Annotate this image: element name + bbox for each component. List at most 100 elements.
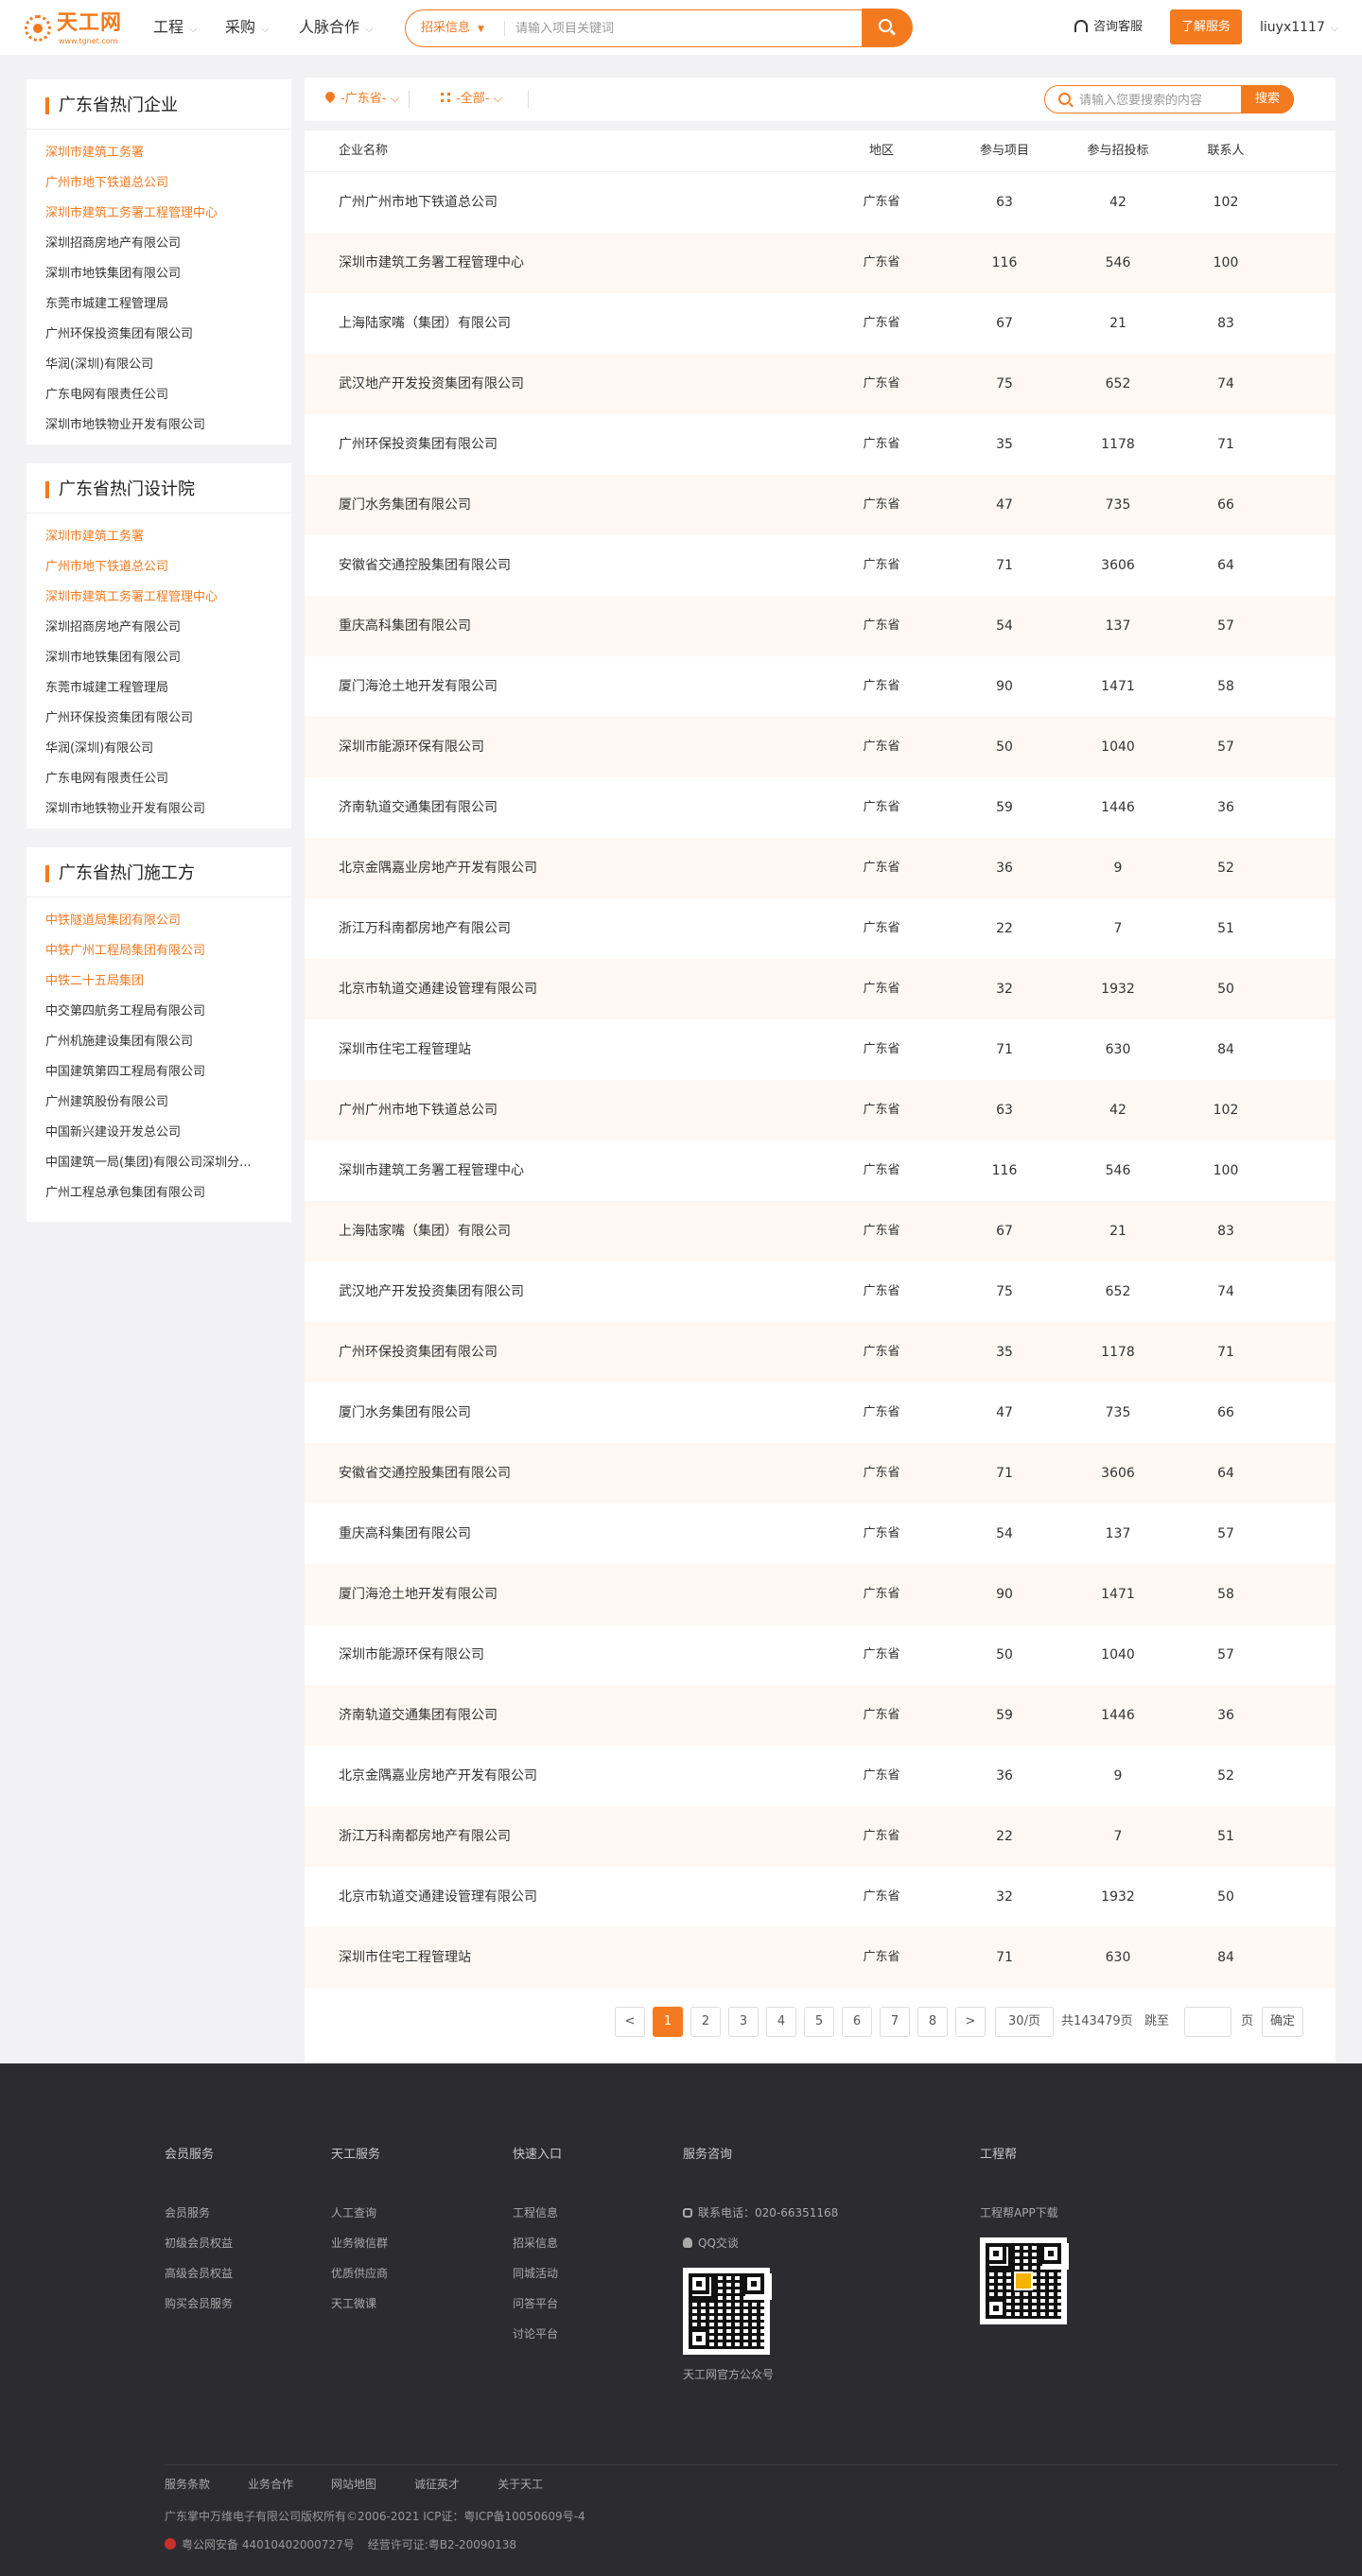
nav-engineering[interactable]: 工程 ⌵	[153, 16, 197, 41]
table-row[interactable]: 浙江万科南都房地产有限公司 广东省 22 7 51	[305, 898, 1336, 959]
filter-search-button[interactable]: 搜索	[1241, 85, 1294, 113]
cell-name[interactable]: 深圳市建筑工务署工程管理中心	[339, 1161, 793, 1180]
list-item[interactable]: 深圳市建筑工务署	[45, 138, 291, 168]
list-item[interactable]: 东莞市城建工程管理局	[45, 289, 291, 320]
list-item[interactable]: 中国建筑一局(集团)有限公司深圳分...	[45, 1148, 291, 1178]
cell-name[interactable]: 深圳市能源环保有限公司	[339, 738, 793, 757]
cell-name[interactable]: 济南轨道交通集团有限公司	[339, 798, 793, 817]
list-item[interactable]: 中铁二十五局集团	[45, 966, 291, 997]
cell-name[interactable]: 北京市轨道交通建设管理有限公司	[339, 1888, 793, 1906]
user-menu[interactable]: liuyx1117 ⌵	[1260, 17, 1338, 39]
footer-link[interactable]: 优质供应商	[331, 2258, 388, 2289]
cell-name[interactable]: 浙江万科南都房地产有限公司	[339, 919, 793, 938]
table-row[interactable]: 北京市轨道交通建设管理有限公司 广东省 32 1932 50	[305, 1867, 1336, 1927]
list-item[interactable]: 中国新兴建设开发总公司	[45, 1118, 291, 1148]
footer-bottom-link[interactable]: 网站地图	[331, 2476, 376, 2493]
cell-name[interactable]: 深圳市住宅工程管理站	[339, 1040, 793, 1059]
list-item[interactable]: 广州市地下铁道总公司	[45, 552, 291, 583]
list-item[interactable]: 深圳招商房地产有限公司	[45, 613, 291, 643]
list-item[interactable]: 广州机施建设集团有限公司	[45, 1027, 291, 1057]
table-row[interactable]: 重庆高科集团有限公司 广东省 54 137 57	[305, 1504, 1336, 1564]
cell-name[interactable]: 广州环保投资集团有限公司	[339, 1343, 793, 1362]
footer-app-download[interactable]: 工程帮APP下载	[980, 2204, 1058, 2221]
table-row[interactable]: 广州环保投资集团有限公司 广东省 35 1178 71	[305, 414, 1336, 475]
list-item[interactable]: 中铁隧道局集团有限公司	[45, 906, 291, 936]
list-item[interactable]: 深圳市地铁集团有限公司	[45, 643, 291, 673]
search-button[interactable]	[862, 9, 913, 46]
cell-name[interactable]: 北京市轨道交通建设管理有限公司	[339, 980, 793, 999]
cell-name[interactable]: 浙江万科南都房地产有限公司	[339, 1827, 793, 1846]
list-item[interactable]: 华润(深圳)有限公司	[45, 350, 291, 380]
table-row[interactable]: 深圳市能源环保有限公司 广东省 50 1040 57	[305, 717, 1336, 777]
table-row[interactable]: 济南轨道交通集团有限公司 广东省 59 1446 36	[305, 1685, 1336, 1746]
table-row[interactable]: 武汉地产开发投资集团有限公司 广东省 75 652 74	[305, 354, 1336, 414]
list-item[interactable]: 广州环保投资集团有限公司	[45, 704, 291, 734]
table-row[interactable]: 上海陆家嘴（集团）有限公司 广东省 67 21 83	[305, 1201, 1336, 1262]
cell-name[interactable]: 广州环保投资集团有限公司	[339, 435, 793, 454]
list-item[interactable]: 中铁广州工程局集团有限公司	[45, 936, 291, 966]
cell-name[interactable]: 上海陆家嘴（集团）有限公司	[339, 314, 793, 333]
cell-name[interactable]: 武汉地产开发投资集团有限公司	[339, 1282, 793, 1301]
table-row[interactable]: 厦门水务集团有限公司 广东省 47 735 66	[305, 1383, 1336, 1443]
cell-name[interactable]: 济南轨道交通集团有限公司	[339, 1706, 793, 1725]
page-number-button[interactable]: 4	[766, 2007, 796, 2037]
cell-name[interactable]: 厦门水务集团有限公司	[339, 496, 793, 514]
cell-name[interactable]: 北京金隅嘉业房地产开发有限公司	[339, 859, 793, 878]
table-row[interactable]: 安徽省交通控股集团有限公司 广东省 71 3606 64	[305, 535, 1336, 596]
page-number-button[interactable]: 7	[880, 2007, 910, 2037]
table-row[interactable]: 浙江万科南都房地产有限公司 广东省 22 7 51	[305, 1806, 1336, 1867]
next-page-button[interactable]: >	[955, 2007, 986, 2037]
footer-link[interactable]: 人工查询	[331, 2198, 388, 2228]
list-item[interactable]: 深圳市建筑工务署	[45, 522, 291, 552]
nav-procurement[interactable]: 采购 ⌵	[225, 16, 269, 41]
table-row[interactable]: 北京金隅嘉业房地产开发有限公司 广东省 36 9 52	[305, 1746, 1336, 1806]
cell-name[interactable]: 北京金隅嘉业房地产开发有限公司	[339, 1767, 793, 1785]
list-item[interactable]: 广东电网有限责任公司	[45, 380, 291, 410]
cell-name[interactable]: 重庆高科集团有限公司	[339, 617, 793, 635]
cell-name[interactable]: 武汉地产开发投资集团有限公司	[339, 374, 793, 393]
search-input[interactable]	[515, 18, 790, 39]
cell-name[interactable]: 安徽省交通控股集团有限公司	[339, 1464, 793, 1483]
page-number-button[interactable]: 8	[917, 2007, 948, 2037]
list-item[interactable]: 广州建筑股份有限公司	[45, 1088, 291, 1118]
list-item[interactable]: 中交第四航务工程局有限公司	[45, 997, 291, 1027]
footer-link[interactable]: 高级会员权益	[165, 2258, 233, 2289]
goto-confirm-button[interactable]: 确定	[1262, 2007, 1303, 2037]
category-filter[interactable]: -全部- ⌵	[441, 90, 502, 109]
footer-link[interactable]: 天工微课	[331, 2289, 388, 2319]
cell-name[interactable]: 重庆高科集团有限公司	[339, 1524, 793, 1543]
table-row[interactable]: 北京市轨道交通建设管理有限公司 广东省 32 1932 50	[305, 959, 1336, 1019]
list-item[interactable]: 广东电网有限责任公司	[45, 764, 291, 794]
cell-name[interactable]: 广州广州市地下铁道总公司	[339, 193, 793, 212]
list-item[interactable]: 广州环保投资集团有限公司	[45, 320, 291, 350]
table-row[interactable]: 深圳市建筑工务署工程管理中心 广东省 116 546 100	[305, 1140, 1336, 1201]
cell-name[interactable]: 安徽省交通控股集团有限公司	[339, 556, 793, 575]
site-logo[interactable]: 天工网 www.tgnet.com	[25, 11, 138, 45]
learn-service-button[interactable]: 了解服务	[1170, 9, 1242, 44]
cell-name[interactable]: 深圳市建筑工务署工程管理中心	[339, 253, 793, 272]
per-page-select[interactable]: 30/页	[995, 2007, 1054, 2037]
footer-link[interactable]: 问答平台	[513, 2289, 558, 2319]
table-row[interactable]: 深圳市建筑工务署工程管理中心 广东省 116 546 100	[305, 233, 1336, 293]
search-category-select[interactable]: 招采信息 ▼	[421, 19, 484, 39]
table-row[interactable]: 广州环保投资集团有限公司 广东省 35 1178 71	[305, 1322, 1336, 1383]
table-row[interactable]: 北京金隅嘉业房地产开发有限公司 广东省 36 9 52	[305, 838, 1336, 898]
goto-page-input[interactable]	[1184, 2007, 1231, 2037]
page-number-button[interactable]: 3	[728, 2007, 759, 2037]
footer-bottom-link[interactable]: 服务条款	[165, 2476, 210, 2493]
page-number-button[interactable]: 2	[690, 2007, 721, 2037]
page-number-button[interactable]: 1	[653, 2007, 683, 2037]
list-item[interactable]: 深圳市建筑工务署工程管理中心	[45, 199, 291, 229]
list-item[interactable]: 深圳招商房地产有限公司	[45, 229, 291, 259]
footer-link[interactable]: 购买会员服务	[165, 2289, 233, 2319]
list-item[interactable]: 东莞市城建工程管理局	[45, 673, 291, 704]
table-row[interactable]: 武汉地产开发投资集团有限公司 广东省 75 652 74	[305, 1262, 1336, 1322]
footer-link[interactable]: 初级会员权益	[165, 2228, 233, 2258]
page-number-button[interactable]: 5	[804, 2007, 834, 2037]
table-row[interactable]: 重庆高科集团有限公司 广东省 54 137 57	[305, 596, 1336, 656]
cell-name[interactable]: 上海陆家嘴（集团）有限公司	[339, 1222, 793, 1241]
prev-page-button[interactable]: <	[615, 2007, 645, 2037]
table-row[interactable]: 济南轨道交通集团有限公司 广东省 59 1446 36	[305, 777, 1336, 838]
region-filter[interactable]: -广东省- ⌵	[323, 89, 399, 109]
list-item[interactable]: 广州市地下铁道总公司	[45, 168, 291, 199]
